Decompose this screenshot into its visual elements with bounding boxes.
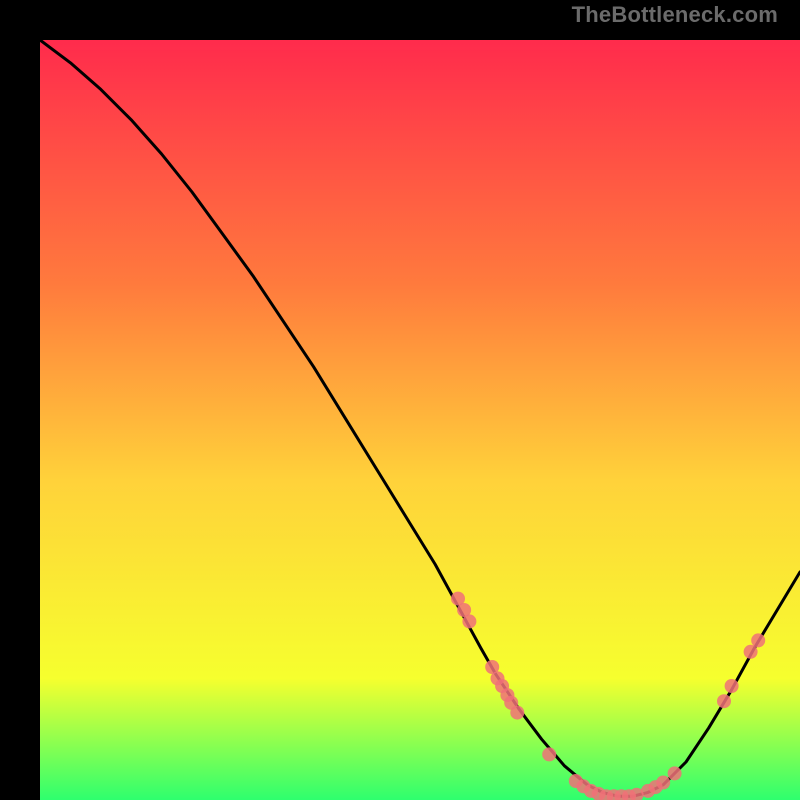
- data-marker: [668, 766, 682, 780]
- data-marker: [510, 706, 524, 720]
- bottleneck-chart: [40, 40, 800, 800]
- data-marker: [542, 747, 556, 761]
- data-marker: [462, 614, 476, 628]
- data-marker: [725, 679, 739, 693]
- data-marker: [656, 776, 670, 790]
- watermark-text: TheBottleneck.com: [572, 2, 778, 28]
- data-marker: [751, 633, 765, 647]
- data-marker: [717, 694, 731, 708]
- data-marker: [744, 645, 758, 659]
- gradient-background: [40, 40, 800, 800]
- chart-frame: [20, 20, 780, 780]
